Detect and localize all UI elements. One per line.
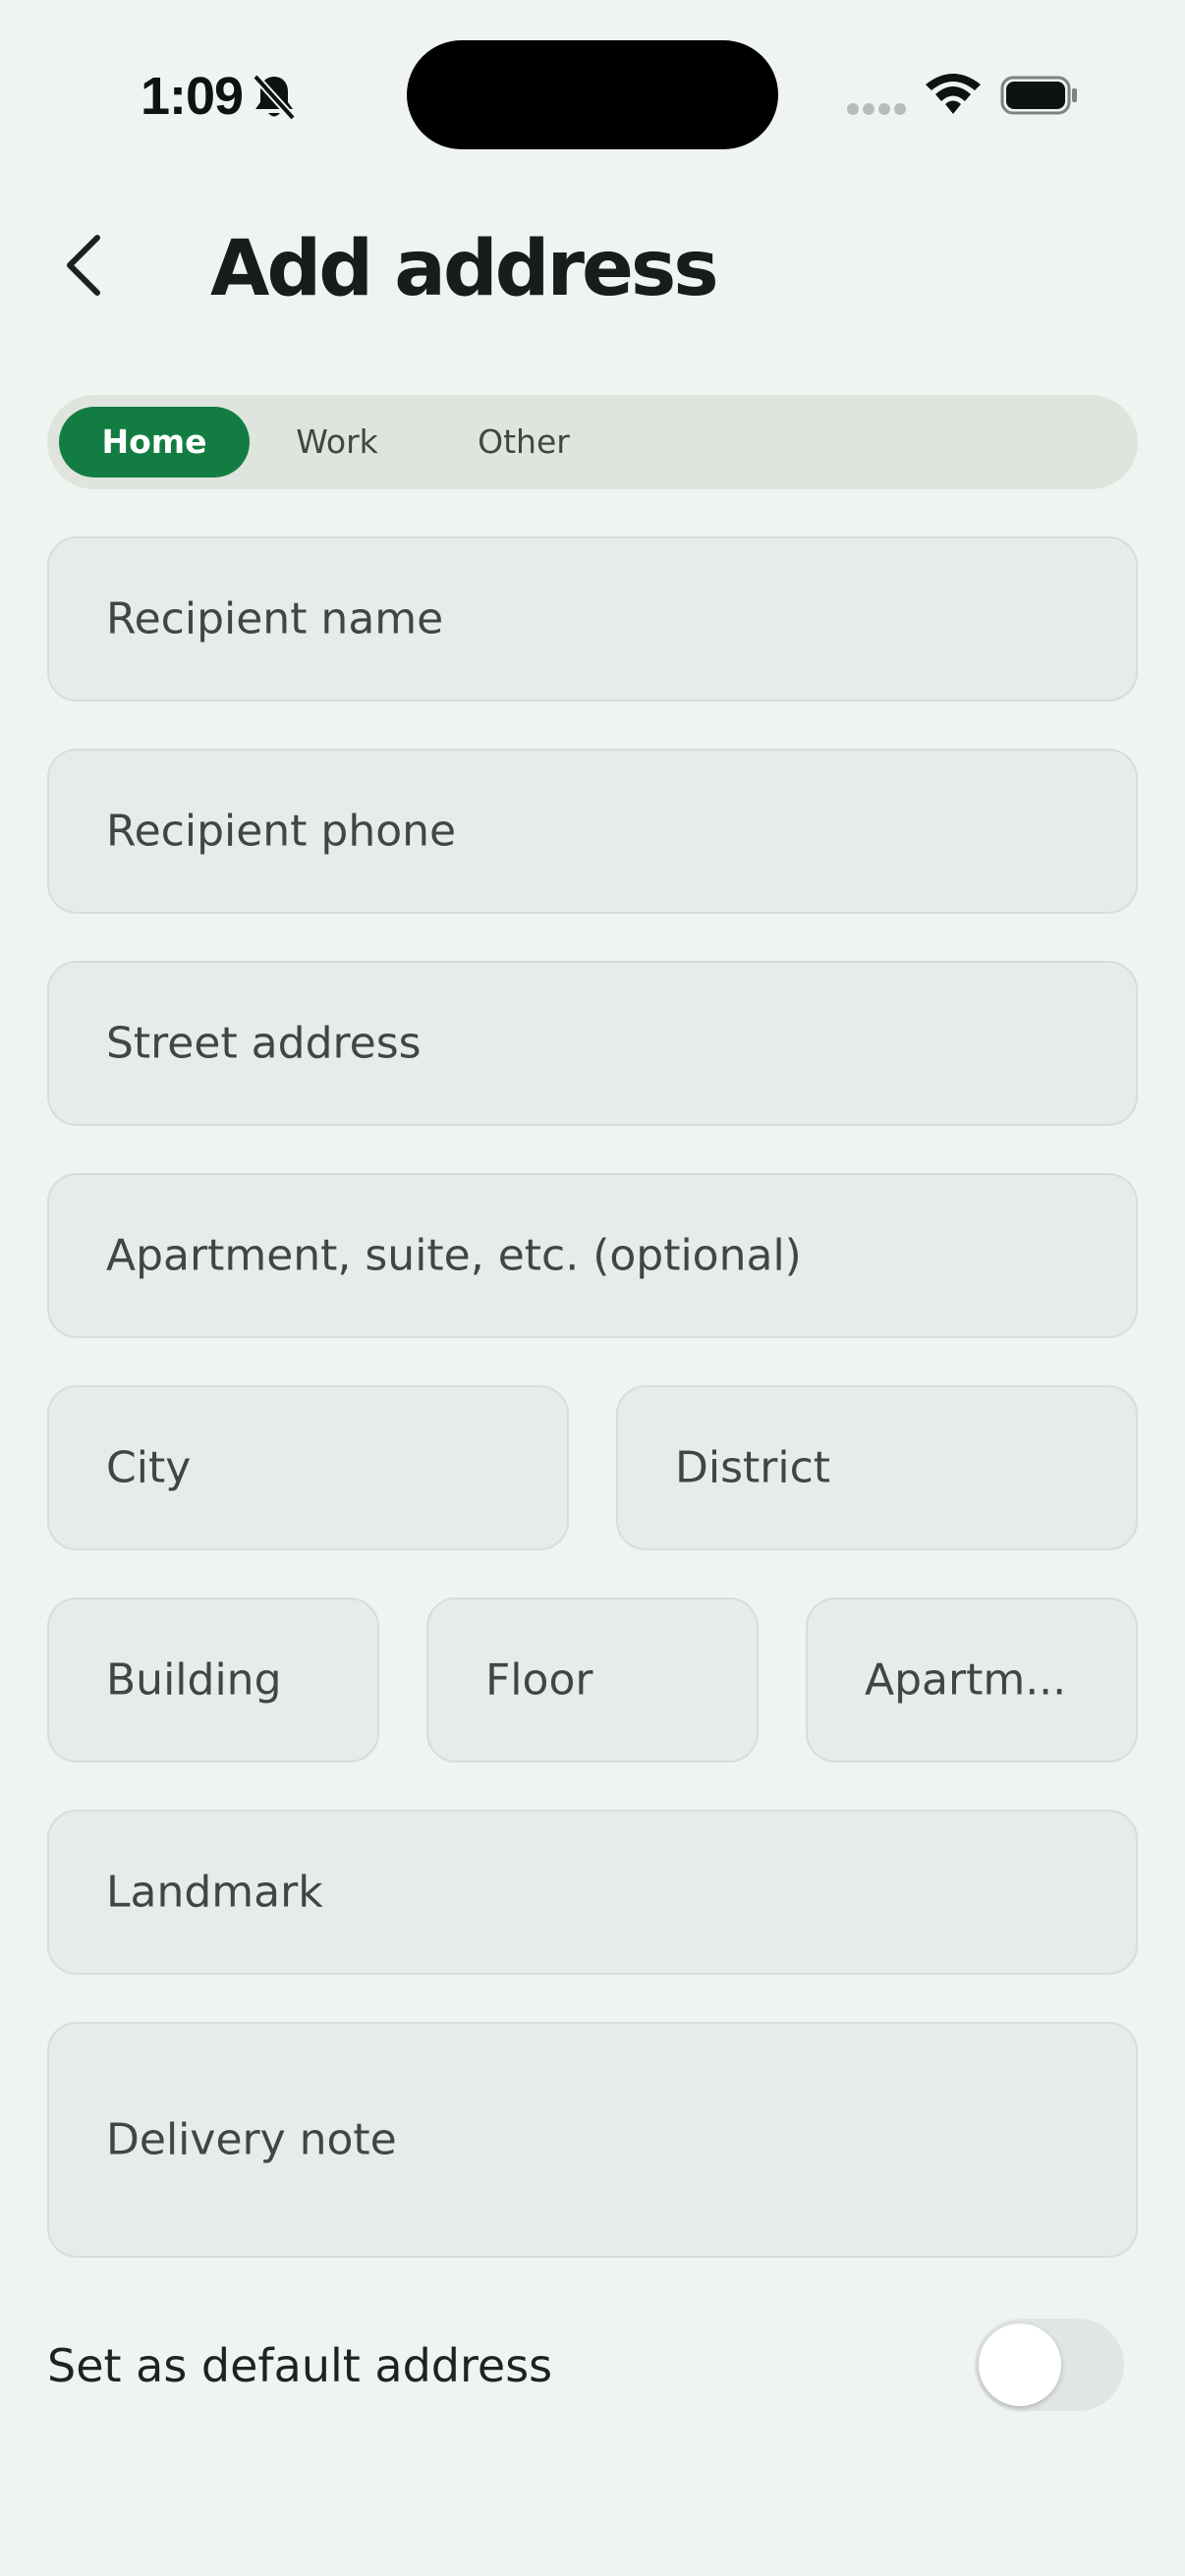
- address-type-home[interactable]: Home: [59, 407, 250, 477]
- landmark-placeholder: Landmark: [106, 1867, 323, 1918]
- page-title: Add address: [210, 225, 719, 313]
- building-placeholder: Building: [106, 1654, 282, 1706]
- battery-icon: [1000, 76, 1077, 115]
- city-field[interactable]: City: [47, 1385, 569, 1550]
- cellular-signal-icon: [847, 103, 906, 115]
- default-address-toggle[interactable]: [975, 2319, 1124, 2411]
- status-time: 1:09: [141, 67, 244, 126]
- recipient-name-field[interactable]: Recipient name: [47, 536, 1138, 701]
- default-address-label: Set as default address: [47, 2339, 553, 2392]
- recipient-phone-field[interactable]: Recipient phone: [47, 749, 1138, 914]
- delivery-note-field[interactable]: Delivery note: [47, 2022, 1138, 2258]
- address-type-selector: Home Work Other: [47, 395, 1138, 489]
- city-placeholder: City: [106, 1442, 192, 1493]
- apartment-placeholder: Apartm...: [865, 1654, 1067, 1706]
- floor-placeholder: Floor: [485, 1654, 593, 1706]
- floor-field[interactable]: Floor: [426, 1597, 759, 1763]
- district-field[interactable]: District: [616, 1385, 1138, 1550]
- address-type-work[interactable]: Work: [273, 407, 401, 477]
- bell-off-icon: [253, 74, 296, 121]
- address-type-other[interactable]: Other: [450, 407, 597, 477]
- recipient-name-placeholder: Recipient name: [106, 593, 444, 644]
- delivery-note-placeholder: Delivery note: [106, 2114, 397, 2165]
- apartment-field[interactable]: Apartm...: [806, 1597, 1138, 1763]
- status-bar: 1:09: [0, 0, 1185, 187]
- toggle-knob: [979, 2324, 1061, 2406]
- street-address-placeholder: Street address: [106, 1018, 422, 1069]
- dynamic-island: [407, 40, 778, 149]
- apartment-suite-placeholder: Apartment, suite, etc. (optional): [106, 1230, 802, 1281]
- back-button[interactable]: [49, 224, 118, 307]
- street-address-field[interactable]: Street address: [47, 961, 1138, 1126]
- building-field[interactable]: Building: [47, 1597, 379, 1763]
- district-placeholder: District: [675, 1442, 831, 1493]
- wifi-icon: [926, 74, 981, 114]
- apartment-suite-field[interactable]: Apartment, suite, etc. (optional): [47, 1173, 1138, 1338]
- landmark-field[interactable]: Landmark: [47, 1810, 1138, 1975]
- recipient-phone-placeholder: Recipient phone: [106, 806, 457, 857]
- add-address-screen: 1:09 Add address Home Work Other Recipie…: [0, 0, 1185, 2576]
- chevron-left-icon: [67, 235, 100, 296]
